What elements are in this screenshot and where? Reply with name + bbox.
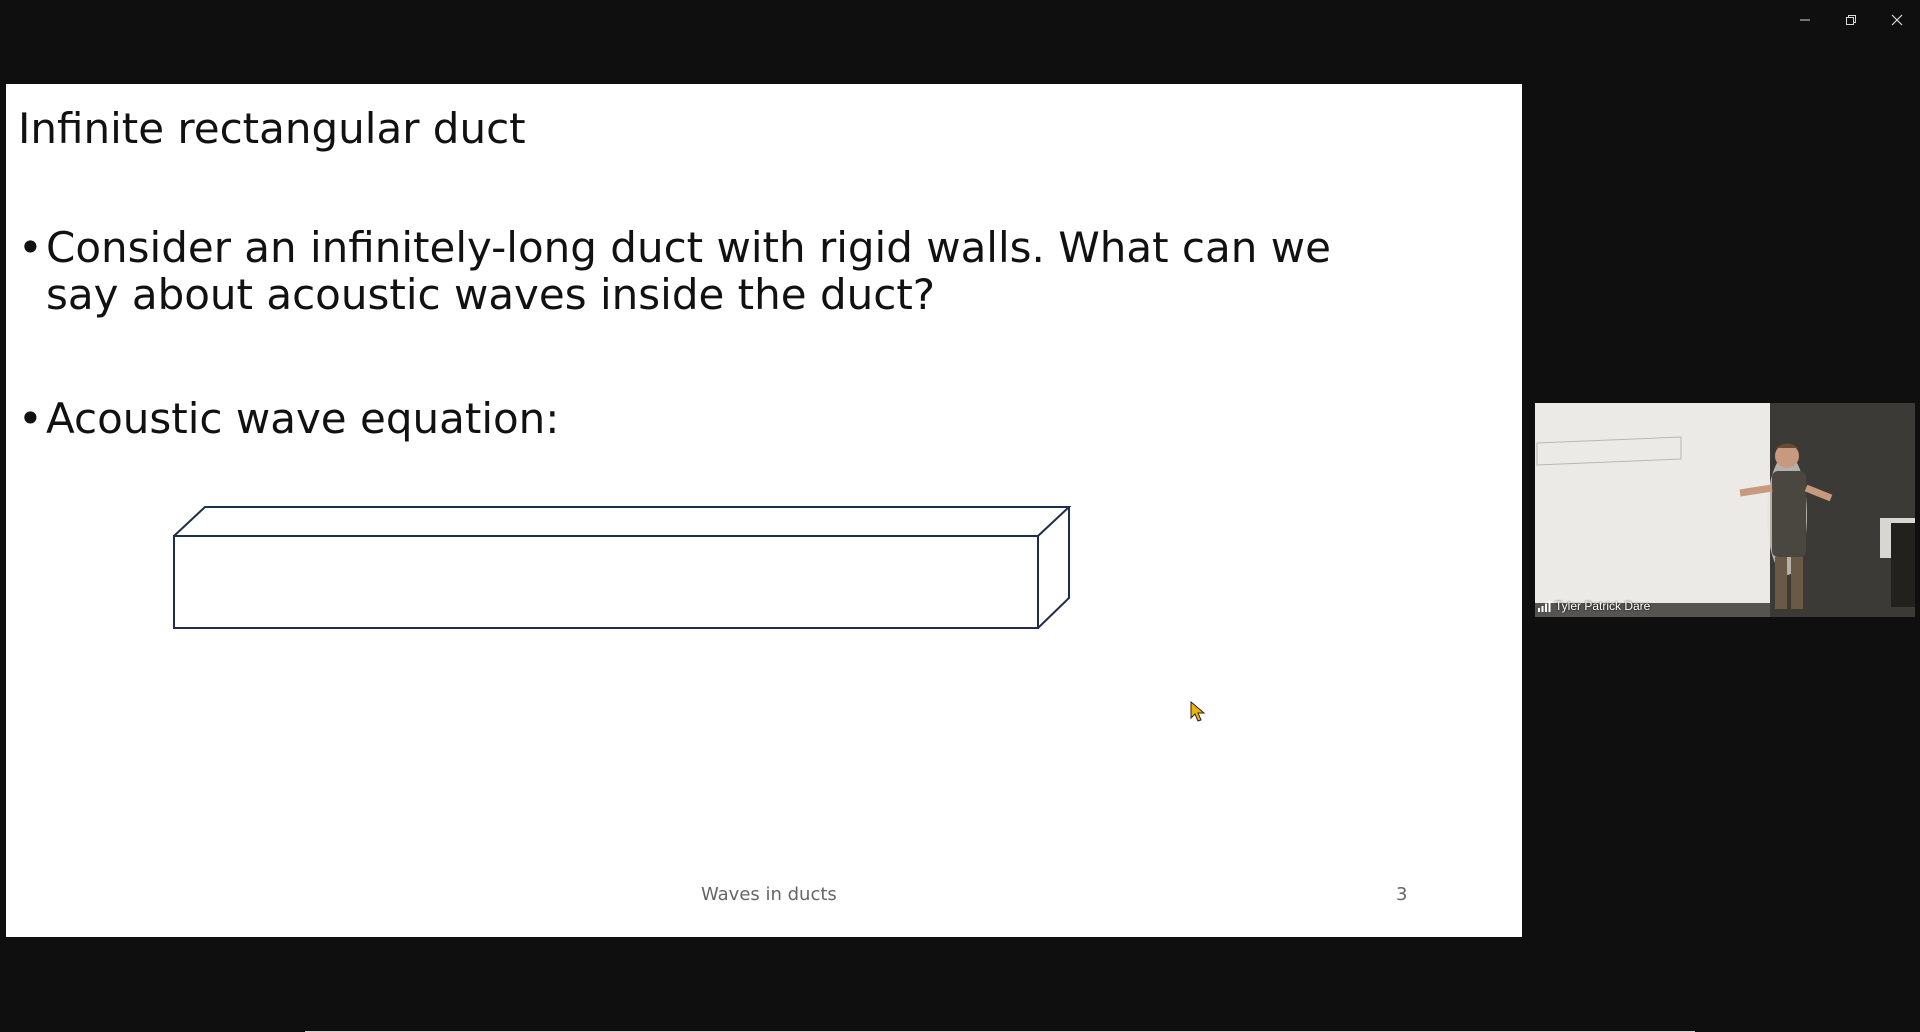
duct-side-face	[1037, 507, 1070, 629]
bullet-icon: •	[18, 223, 43, 272]
participant-video-tile[interactable]: Tyler Patrick Dare	[1535, 403, 1915, 617]
bullet-text: Consider an infinitely-long duct with ri…	[46, 223, 1331, 319]
duct-top-face	[173, 506, 1072, 537]
slide-title: Infinite rectangular duct	[18, 104, 526, 153]
video-feed	[1535, 403, 1915, 617]
close-icon	[1891, 14, 1903, 26]
presentation-slide: Infinite rectangular duct • Consider an …	[6, 84, 1522, 937]
bullet-text: Acoustic wave equation:	[46, 394, 560, 443]
participant-name: Tyler Patrick Dare	[1555, 599, 1651, 613]
bullet-point: • Acoustic wave equation:	[18, 395, 1336, 442]
participant-name-label: Tyler Patrick Dare	[1538, 599, 1650, 613]
signal-strength-icon	[1538, 600, 1551, 612]
duct-front-face	[173, 535, 1039, 629]
slide-footer-title: Waves in ducts	[701, 884, 837, 905]
minimize-icon	[1800, 19, 1810, 21]
restore-button[interactable]	[1828, 0, 1874, 40]
window-titlebar	[0, 0, 1920, 40]
close-button[interactable]	[1874, 0, 1920, 40]
bullet-icon: •	[18, 394, 43, 443]
duct-diagram	[173, 506, 1072, 629]
bullet-point: • Consider an infinitely-long duct with …	[18, 224, 1336, 318]
mouse-cursor-icon	[1190, 701, 1206, 722]
restore-icon	[1846, 15, 1856, 25]
slide-page-number: 3	[1396, 884, 1408, 905]
minimize-button[interactable]	[1782, 0, 1828, 40]
